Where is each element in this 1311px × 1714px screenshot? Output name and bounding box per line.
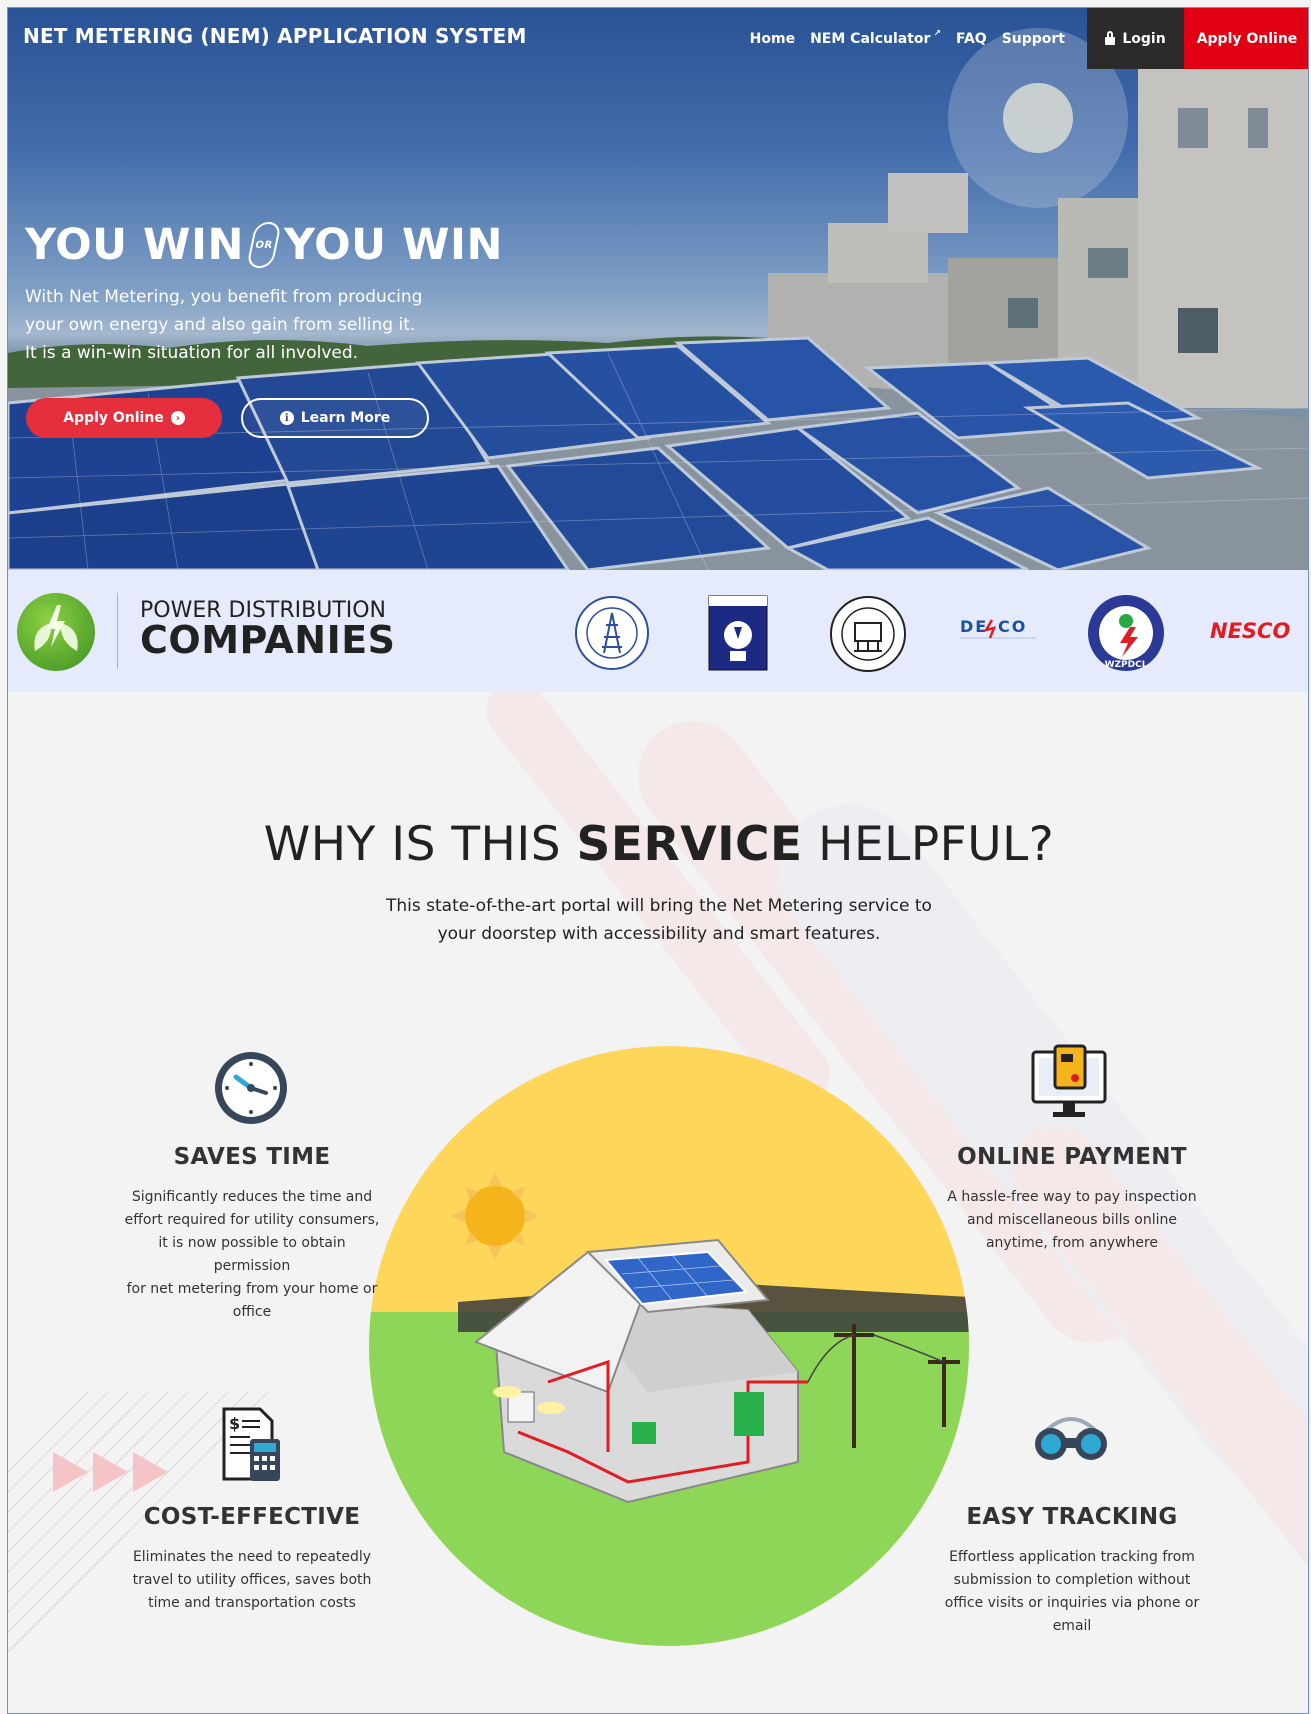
desc-line: email bbox=[1052, 1618, 1092, 1634]
bpdb-icon[interactable] bbox=[574, 595, 650, 671]
solar-house-illustration bbox=[369, 1046, 969, 1646]
nav-calculator-label: NEM Calculator bbox=[810, 30, 931, 47]
title-pre: WHY IS THIS bbox=[263, 817, 577, 872]
external-link-icon: ↗ bbox=[933, 28, 941, 39]
desco-logo[interactable]: DE CO bbox=[958, 614, 1038, 644]
desc-line: office bbox=[232, 1304, 272, 1320]
title-bold: SERVICE bbox=[576, 817, 803, 872]
desc-line: time and transportation costs bbox=[148, 1595, 356, 1611]
login-label: Login bbox=[1122, 30, 1166, 47]
hero-apply-label: Apply Online bbox=[63, 410, 164, 426]
wzpdcl-icon[interactable]: WZPDCL bbox=[1086, 593, 1166, 673]
feature-description: A hassle-free way to pay inspection and … bbox=[942, 1186, 1202, 1255]
dpdc-icon[interactable] bbox=[828, 595, 908, 673]
nav-support[interactable]: Support bbox=[1002, 31, 1065, 47]
feature-saves-time: SAVES TIME Significantly reduces the tim… bbox=[122, 1144, 382, 1324]
desc-line: it is now possible to obtain permission bbox=[158, 1235, 346, 1274]
section-subtitle: This state-of-the-art portal will bring … bbox=[359, 892, 959, 948]
feature-description: Significantly reduces the time and effor… bbox=[122, 1186, 382, 1324]
chevron-right-circle-icon: › bbox=[170, 411, 185, 425]
headline-right: YOU WIN bbox=[283, 220, 503, 270]
hero-banner: NET METERING (NEM) APPLICATION SYSTEM Ho… bbox=[8, 8, 1308, 570]
subtitle-line: your doorstep with accessibility and sma… bbox=[437, 924, 881, 944]
feature-description: Eliminates the need to repeatedly travel… bbox=[122, 1546, 382, 1615]
feature-title: SAVES TIME bbox=[173, 1144, 331, 1170]
desc-line: for net metering from your home or bbox=[126, 1281, 378, 1297]
desc-line: anytime, from anywhere bbox=[985, 1235, 1159, 1251]
clock-icon bbox=[215, 1052, 287, 1124]
companies-title-bottom: COMPANIES bbox=[140, 618, 396, 662]
desc-line: effort required for utility consumers, bbox=[124, 1212, 380, 1228]
desc-line: and miscellaneous bills online bbox=[967, 1212, 1177, 1228]
desc-line: office visits or inquiries via phone or bbox=[944, 1595, 1200, 1611]
section-title: WHY IS THIS SERVICE HELPFUL? bbox=[8, 817, 1308, 872]
subtitle-line: This state-of-the-art portal will bring … bbox=[386, 896, 932, 916]
svg-text:$: $ bbox=[229, 1414, 240, 1433]
nav-faq[interactable]: FAQ bbox=[956, 31, 987, 47]
feature-title: ONLINE PAYMENT bbox=[957, 1144, 1187, 1170]
top-navigation: Home NEM Calculator ↗ FAQ Support Login A… bbox=[750, 8, 1308, 69]
info-icon: i bbox=[279, 411, 294, 425]
power-distribution-companies-band: POWER DISTRIBUTION COMPANIES DE CO WZPDC… bbox=[8, 570, 1308, 692]
feature-easy-tracking: EASY TRACKING Effortless application tra… bbox=[942, 1504, 1202, 1638]
feature-description: Effortless application tracking from sub… bbox=[942, 1546, 1202, 1638]
hero-subtitle-line: With Net Metering, you benefit from prod… bbox=[25, 287, 423, 307]
login-button[interactable]: Login bbox=[1087, 8, 1184, 69]
nav-nem-calculator[interactable]: NEM Calculator ↗ bbox=[810, 28, 941, 47]
hero-learn-more-button[interactable]: i Learn More bbox=[241, 398, 429, 438]
feature-title: COST-EFFECTIVE bbox=[143, 1504, 361, 1530]
nesco-logo[interactable]: NESCO bbox=[1208, 614, 1298, 648]
svg-text:DE: DE bbox=[960, 617, 988, 636]
desc-line: Effortless application tracking from bbox=[949, 1549, 1195, 1565]
feature-cost-effective: COST-EFFECTIVE Eliminates the need to re… bbox=[122, 1504, 382, 1615]
svg-text:CO: CO bbox=[998, 617, 1027, 636]
hero-headline: YOU WIN OR YOU WIN bbox=[25, 220, 503, 270]
desc-line: Significantly reduces the time and bbox=[131, 1189, 373, 1205]
feature-title: EASY TRACKING bbox=[966, 1504, 1178, 1530]
hero-subtitle-line: It is a win-win situation for all involv… bbox=[25, 343, 359, 363]
why-service-helpful-section: WHY IS THIS SERVICE HELPFUL? This state-… bbox=[8, 692, 1308, 1713]
desc-line: A hassle-free way to pay inspection bbox=[947, 1189, 1197, 1205]
nav-home[interactable]: Home bbox=[750, 31, 795, 47]
desc-line: submission to completion without bbox=[953, 1572, 1191, 1588]
hero-subtitle-line: your own energy and also gain from selli… bbox=[25, 315, 416, 335]
nesco-text: NESCO bbox=[1210, 619, 1290, 643]
hero-subtitle: With Net Metering, you benefit from prod… bbox=[25, 283, 425, 367]
binoculars-icon bbox=[1035, 1417, 1107, 1460]
or-badge: OR bbox=[246, 222, 282, 268]
title-post: HELPFUL? bbox=[802, 817, 1055, 872]
feature-online-payment: ONLINE PAYMENT A hassle-free way to pay … bbox=[942, 1144, 1202, 1255]
headline-left: YOU WIN bbox=[25, 220, 244, 270]
divider bbox=[117, 593, 118, 669]
leaf-bolt-logo-icon bbox=[17, 593, 95, 671]
breb-icon[interactable] bbox=[708, 595, 768, 671]
apply-online-nav-button[interactable]: Apply Online bbox=[1184, 8, 1308, 69]
lock-icon bbox=[1105, 30, 1116, 45]
hero-learn-label: Learn More bbox=[300, 410, 391, 426]
invoice-calculator-icon: $ bbox=[222, 1407, 280, 1481]
payment-monitor-icon bbox=[1031, 1044, 1107, 1117]
hero-apply-online-button[interactable]: Apply Online › bbox=[26, 398, 222, 438]
site-title[interactable]: NET METERING (NEM) APPLICATION SYSTEM bbox=[23, 24, 527, 48]
wzpdcl-text: WZPDCL bbox=[1105, 660, 1148, 670]
desc-line: Eliminates the need to repeatedly bbox=[132, 1549, 372, 1565]
desc-line: travel to utility offices, saves both bbox=[132, 1572, 372, 1588]
